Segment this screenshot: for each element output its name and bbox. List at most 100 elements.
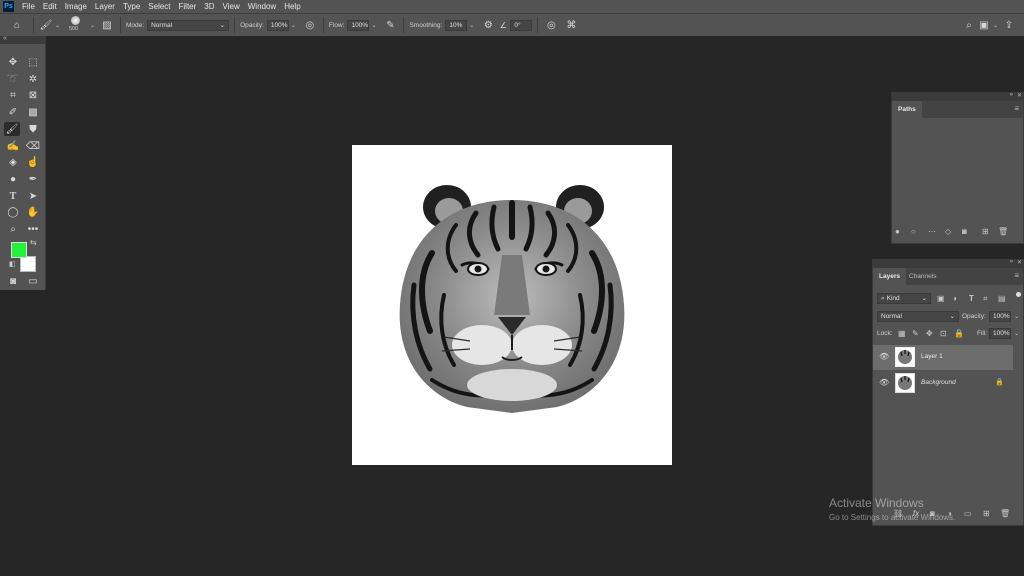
filter-adjustment-icon[interactable]: ◑ [952, 294, 957, 303]
lasso-tool-icon[interactable]: ➰ [5, 72, 21, 86]
menu-3d[interactable]: 3D [200, 0, 218, 13]
eye-icon[interactable]: 👁 [879, 378, 889, 387]
layer-name[interactable]: Layer 1 [921, 353, 943, 360]
flow-input[interactable]: 100% [347, 19, 370, 31]
menu-view[interactable]: View [219, 0, 244, 13]
tab-layers[interactable]: Layers [873, 268, 906, 285]
chevron-down-icon[interactable]: ⌄ [88, 20, 97, 31]
document-canvas[interactable] [352, 145, 672, 465]
airbrush-icon[interactable]: ✎ [382, 20, 398, 31]
menu-filter[interactable]: Filter [175, 0, 201, 13]
panel-menu-icon[interactable]: ≡ [1014, 104, 1019, 113]
fill-path-icon[interactable]: ● [895, 227, 900, 236]
angle-input[interactable]: 0° [510, 19, 533, 31]
toolbox-collapse-bar[interactable]: « [0, 35, 46, 44]
path-selection-tool-icon[interactable]: ➤ [25, 189, 41, 203]
delete-layer-icon[interactable]: 🗑 [1000, 509, 1010, 518]
menu-image[interactable]: Image [61, 0, 91, 13]
workspace-icon[interactable]: ▣ [977, 20, 991, 31]
gear-icon[interactable]: ⚙ [480, 20, 496, 31]
delete-path-icon[interactable]: 🗑 [998, 227, 1008, 236]
frame-tool-icon[interactable]: ⊠ [25, 88, 41, 102]
filter-shape-icon[interactable]: ⌗ [983, 294, 988, 304]
brush-settings-panel-icon[interactable]: ▨ [99, 20, 115, 31]
load-selection-icon[interactable]: ⋯ [928, 227, 936, 236]
smudge-tool-icon[interactable]: ☝ [25, 155, 41, 169]
eye-icon[interactable]: 👁 [879, 352, 889, 361]
chevron-down-icon[interactable]: ⌄ [467, 20, 476, 31]
chevron-down-icon[interactable]: ⌄ [991, 20, 1000, 31]
photoshop-logo-icon[interactable]: Ps [3, 1, 14, 12]
close-icon[interactable]: ✕ [1017, 259, 1022, 266]
smoothing-input[interactable]: 10% [445, 19, 468, 31]
pressure-size-icon[interactable]: ◎ [543, 20, 559, 31]
ellipse-tool-icon[interactable]: ◯ [5, 205, 21, 219]
mode-select[interactable]: Normal ⌄ [147, 19, 230, 31]
stroke-path-icon[interactable]: ○ [911, 227, 916, 236]
chevron-down-icon[interactable]: ⌄ [369, 20, 378, 31]
layer-fill-input[interactable]: 100% [989, 328, 1011, 339]
filter-pixel-icon[interactable]: ▣ [937, 294, 945, 303]
tab-channels[interactable]: Channels [903, 268, 942, 285]
new-group-icon[interactable]: ▭ [964, 509, 972, 518]
home-icon[interactable]: ⌂ [6, 20, 28, 31]
symmetry-icon[interactable]: ⌘ [563, 20, 579, 31]
menu-edit[interactable]: Edit [39, 0, 61, 13]
lock-image-icon[interactable]: ✎ [912, 329, 919, 338]
filter-toggle-icon[interactable] [1016, 292, 1021, 297]
menu-layer[interactable]: Layer [91, 0, 119, 13]
layer-row-background[interactable]: 👁 Background 🔒 [873, 371, 1013, 396]
lock-artboard-icon[interactable]: ⊡ [940, 329, 947, 338]
stamp-tool-icon[interactable]: ⛊ [25, 122, 41, 136]
make-work-path-icon[interactable]: ◇ [945, 227, 951, 236]
magic-wand-tool-icon[interactable]: ✲ [25, 72, 41, 86]
swap-colors-icon[interactable]: ⇆ [30, 238, 37, 247]
patch-tool-icon[interactable]: ▩ [25, 105, 41, 119]
chevron-down-icon[interactable]: ⌄ [289, 20, 298, 31]
panel-menu-icon[interactable]: ≡ [1014, 271, 1019, 280]
layer-filter-select[interactable]: ⌕ Kind ⌄ [877, 293, 931, 304]
filter-smart-object-icon[interactable]: ▤ [998, 294, 1006, 303]
brush-tool-icon[interactable]: 🖌 [4, 122, 20, 136]
history-brush-tool-icon[interactable]: ✍ [5, 139, 21, 153]
eyedropper-tool-icon[interactable]: ✐ [5, 105, 21, 119]
brush-size-picker[interactable]: 500 [66, 15, 88, 35]
lock-all-icon[interactable]: 🔒 [954, 329, 964, 338]
zoom-tool-icon[interactable]: ⌕ [5, 222, 21, 236]
lock-position-icon[interactable]: ✥ [926, 329, 933, 338]
lock-transparent-icon[interactable]: ▦ [898, 329, 906, 338]
hand-tool-icon[interactable]: ✋ [25, 205, 41, 219]
pen-tool-icon[interactable]: ✒ [25, 172, 41, 186]
chevron-down-icon[interactable]: ⌄ [1012, 328, 1021, 339]
tab-paths[interactable]: Paths [892, 101, 922, 118]
more-tools-icon[interactable]: ••• [25, 222, 41, 236]
pressure-opacity-icon[interactable]: ◎ [302, 20, 318, 31]
menu-select[interactable]: Select [144, 0, 174, 13]
foreground-color-swatch[interactable] [11, 242, 27, 258]
paint-bucket-tool-icon[interactable]: ◈ [5, 155, 21, 169]
default-colors-icon[interactable]: ◧ [9, 260, 16, 268]
collapse-icon[interactable]: » [1010, 259, 1013, 265]
dodge-tool-icon[interactable]: ● [5, 172, 21, 186]
marquee-tool-icon[interactable]: ⬚ [25, 55, 41, 69]
new-path-icon[interactable]: ⊞ [982, 227, 989, 236]
layer-row-layer-1[interactable]: 👁 Layer 1 [873, 345, 1013, 370]
background-color-swatch[interactable] [20, 256, 36, 272]
menu-file[interactable]: File [18, 0, 39, 13]
crop-tool-icon[interactable]: ⌗ [5, 88, 21, 102]
type-tool-icon[interactable]: T [5, 189, 21, 203]
filter-type-icon[interactable]: T [969, 294, 974, 303]
blend-mode-select[interactable]: Normal ⌄ [877, 311, 959, 322]
collapse-icon[interactable]: « [3, 35, 7, 42]
share-icon[interactable]: ⇪ [1000, 20, 1018, 31]
menu-type[interactable]: Type [119, 0, 144, 13]
quick-mask-icon[interactable]: ◙ [5, 274, 21, 288]
close-icon[interactable]: ✕ [1017, 92, 1022, 99]
collapse-icon[interactable]: » [1010, 92, 1013, 98]
move-tool-icon[interactable]: ✥ [5, 55, 21, 69]
eraser-tool-icon[interactable]: ⌫ [25, 139, 41, 153]
opacity-input[interactable]: 100% [266, 19, 289, 31]
menu-help[interactable]: Help [280, 0, 304, 13]
add-mask-icon[interactable]: ◙ [962, 227, 967, 236]
layer-opacity-input[interactable]: 100% [989, 311, 1011, 322]
